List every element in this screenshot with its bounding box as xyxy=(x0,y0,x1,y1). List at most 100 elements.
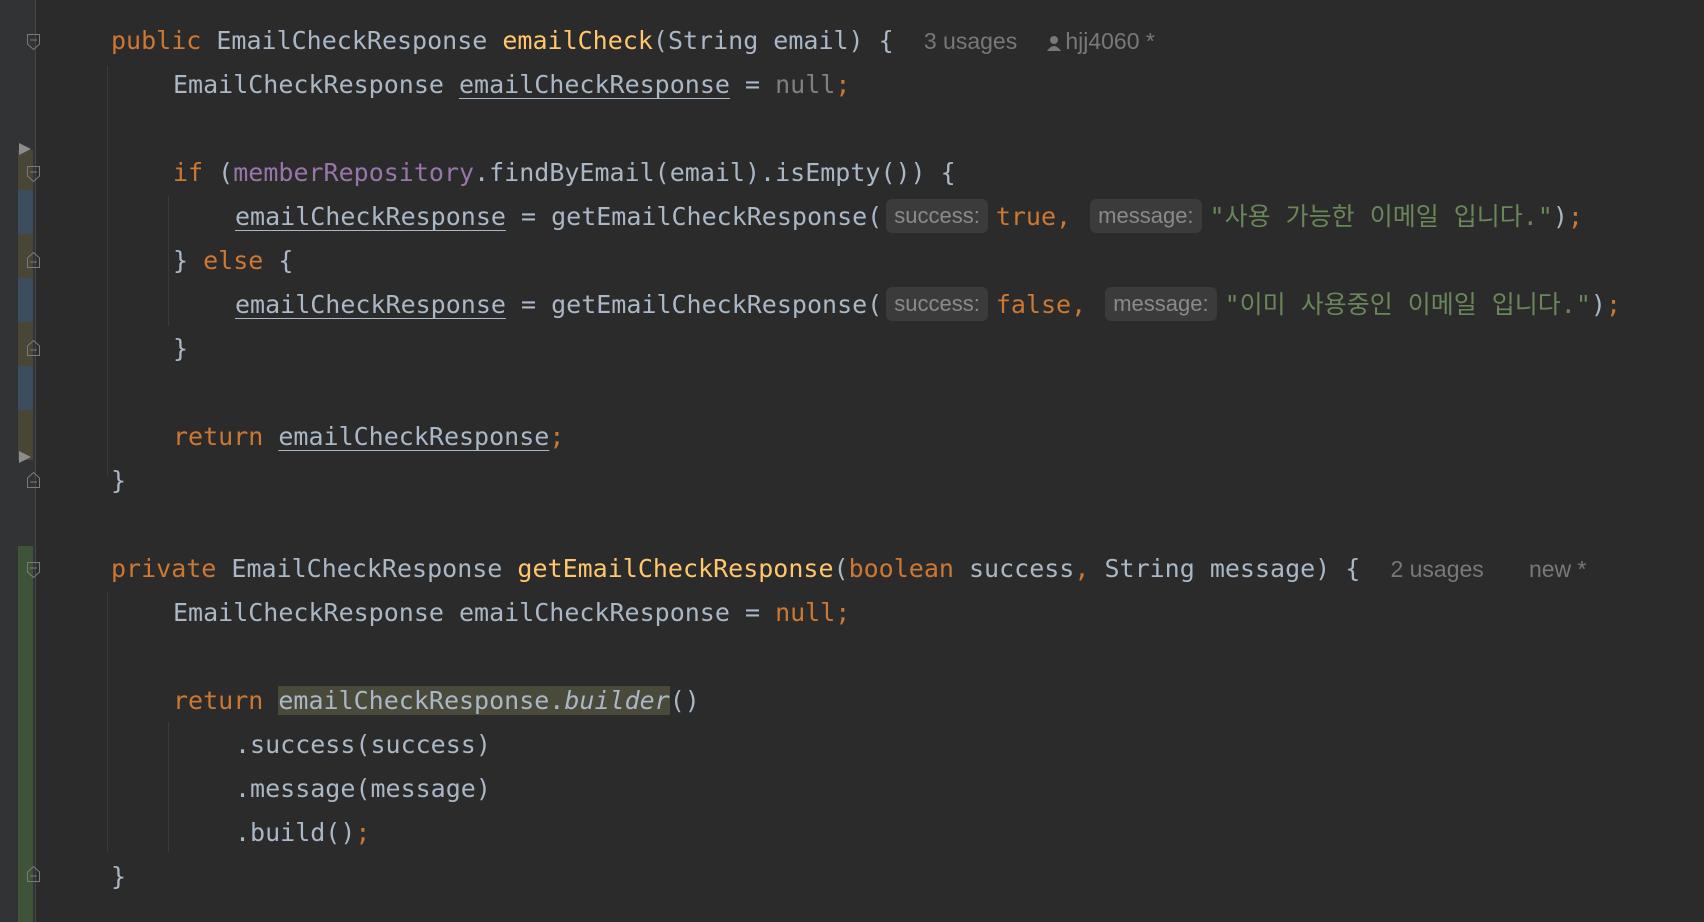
run-triangle-icon[interactable] xyxy=(18,142,32,156)
author-lens[interactable]: new * xyxy=(1529,556,1587,582)
comma: , xyxy=(1074,554,1090,583)
fold-icon[interactable] xyxy=(27,166,40,182)
assign-operator: = xyxy=(505,290,552,319)
semicolon: ; xyxy=(355,818,371,847)
close-brace: } xyxy=(173,334,189,363)
close-brace: } xyxy=(111,466,127,495)
fold-icon[interactable] xyxy=(27,34,40,50)
parens: () xyxy=(669,686,700,715)
string-literal: "이미 사용중인 이메일 입니다." xyxy=(1224,290,1591,319)
bool-literal: false, xyxy=(995,290,1087,319)
code-line[interactable]: .build(); xyxy=(235,811,370,855)
assign-operator: = xyxy=(729,70,776,99)
close-brace: } xyxy=(173,246,189,275)
keyword-if: if xyxy=(173,158,204,187)
usages-lens[interactable]: 3 usages xyxy=(924,28,1017,54)
field-reference[interactable]: memberRepository xyxy=(233,158,474,187)
param-hint-message: message: xyxy=(1090,199,1202,233)
keyword-return: return xyxy=(173,686,264,715)
param-name: success xyxy=(968,554,1075,583)
keyword-private: private xyxy=(111,554,217,583)
variable-name[interactable]: emailCheckResponse xyxy=(278,422,549,451)
usages-lens[interactable]: 2 usages xyxy=(1390,556,1483,582)
author-name: hjj4060 * xyxy=(1065,28,1155,54)
param-hint-success: success: xyxy=(886,199,988,233)
param-hint-message: message: xyxy=(1105,287,1217,321)
var-type: EmailCheckResponse xyxy=(173,70,444,99)
string-literal: "사용 가능한 이메일 입니다." xyxy=(1209,202,1553,231)
semicolon: ; xyxy=(1605,290,1622,319)
param-type: boolean xyxy=(848,554,954,583)
method-chain: .findByEmail(email).isEmpty()) { xyxy=(474,158,956,187)
indent-guide xyxy=(107,592,108,852)
chain-call: .build() xyxy=(235,818,356,847)
method-params: String message) { xyxy=(1104,554,1361,583)
vcs-change-marker[interactable] xyxy=(18,278,33,322)
author-lens[interactable]: hjj4060 * xyxy=(1047,28,1155,54)
return-type: EmailCheckResponse xyxy=(216,26,488,55)
fold-icon[interactable] xyxy=(27,562,40,578)
code-line[interactable]: return emailCheckResponse.builder() xyxy=(173,679,700,723)
return-type: EmailCheckResponse xyxy=(231,554,503,583)
variable-name[interactable]: emailCheckResponse xyxy=(235,202,506,231)
code-line[interactable]: if (memberRepository.findByEmail(email).… xyxy=(173,151,956,195)
chain-call: .success(success) xyxy=(235,730,491,759)
gutter-divider xyxy=(35,0,36,922)
fold-icon[interactable] xyxy=(27,252,40,268)
open-paren: ( xyxy=(218,158,234,187)
code-line[interactable]: } xyxy=(111,459,126,503)
highlighted-usage[interactable]: emailCheckResponse.builder xyxy=(278,686,670,715)
vcs-change-marker[interactable] xyxy=(18,366,33,410)
code-line[interactable]: emailCheckResponse = getEmailCheckRespon… xyxy=(235,195,1583,239)
method-name[interactable]: getEmailCheckResponse xyxy=(517,554,833,583)
semicolon: ; xyxy=(835,598,851,627)
open-brace: { xyxy=(878,26,894,55)
method-call[interactable]: getEmailCheckResponse( xyxy=(551,290,882,319)
assign-operator: = xyxy=(505,202,552,231)
variable-name[interactable]: emailCheckResponse xyxy=(459,70,730,99)
param-hint-success: success: xyxy=(886,287,988,321)
code-line[interactable]: EmailCheckResponse emailCheckResponse = … xyxy=(173,591,850,635)
fold-icon[interactable] xyxy=(27,866,40,882)
fold-icon[interactable] xyxy=(27,340,40,356)
builder-target: emailCheckResponse. xyxy=(278,686,565,715)
code-line[interactable]: EmailCheckResponse emailCheckResponse = … xyxy=(173,63,850,107)
keyword-return: return xyxy=(173,422,264,451)
semicolon: ; xyxy=(1567,202,1583,231)
vcs-change-marker[interactable] xyxy=(18,190,33,234)
null-literal: null xyxy=(775,70,836,99)
method-params: (String email) xyxy=(652,26,864,55)
method-name[interactable]: emailCheck xyxy=(502,26,653,55)
code-line[interactable]: } else { xyxy=(173,239,293,283)
close-paren: ) xyxy=(1590,290,1606,319)
code-line[interactable]: public EmailCheckResponse emailCheck(Str… xyxy=(111,19,1155,63)
variable-name[interactable]: emailCheckResponse xyxy=(235,290,506,319)
builder-method: builder xyxy=(564,686,670,715)
open-paren: ( xyxy=(833,554,849,583)
code-line[interactable]: } xyxy=(173,327,188,371)
code-line[interactable]: .success(success) xyxy=(235,723,491,767)
var-declaration: EmailCheckResponse emailCheckResponse = xyxy=(173,598,776,627)
indent-guide xyxy=(107,66,108,476)
semicolon: ; xyxy=(835,70,851,99)
user-icon xyxy=(1047,21,1062,65)
close-paren: ) xyxy=(1552,202,1568,231)
close-brace: } xyxy=(111,862,127,891)
bool-literal: true, xyxy=(995,202,1072,231)
keyword-else: else xyxy=(203,246,264,275)
code-line[interactable]: emailCheckResponse = getEmailCheckRespon… xyxy=(235,283,1621,327)
open-brace: { xyxy=(278,246,294,275)
run-triangle-icon[interactable] xyxy=(18,450,32,464)
code-line[interactable]: .message(message) xyxy=(235,767,491,811)
method-call[interactable]: getEmailCheckResponse( xyxy=(551,202,882,231)
code-line[interactable]: return emailCheckResponse; xyxy=(173,415,564,459)
indent-guide xyxy=(168,196,169,326)
fold-icon[interactable] xyxy=(27,472,40,488)
code-line[interactable]: private EmailCheckResponse getEmailCheck… xyxy=(111,547,1587,591)
keyword-public: public xyxy=(111,26,202,55)
chain-call: .message(message) xyxy=(235,774,491,803)
null-literal: null xyxy=(775,598,836,627)
code-line[interactable]: } xyxy=(111,855,126,899)
indent-guide xyxy=(168,722,169,852)
semicolon: ; xyxy=(549,422,565,451)
